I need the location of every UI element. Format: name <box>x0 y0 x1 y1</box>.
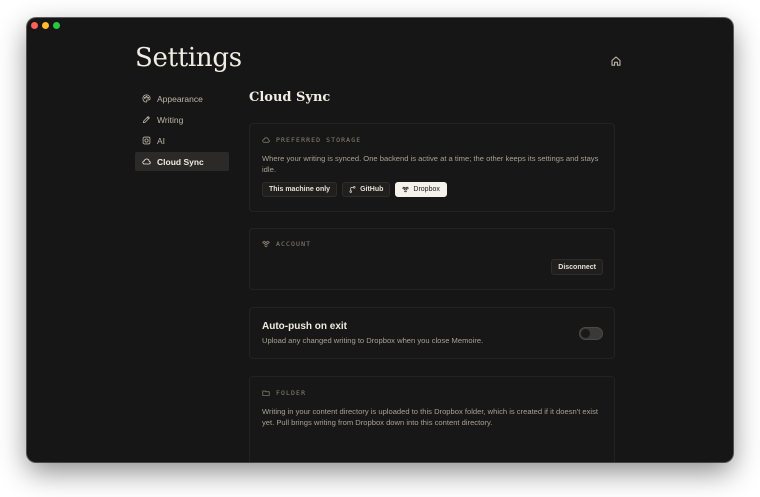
auto-push-description: Upload any changed writing to Dropbox wh… <box>262 336 484 345</box>
page-title: Settings <box>135 43 242 73</box>
backend-option-label: GitHub <box>360 186 384 193</box>
home-button[interactable] <box>610 54 622 66</box>
toggle-knob <box>581 329 590 338</box>
sidebar-item-label: AI <box>157 135 166 146</box>
backend-option-label: Dropbox <box>413 186 440 193</box>
maximize-window-button[interactable] <box>53 22 60 29</box>
card-label: FOLDER <box>262 389 602 397</box>
folder-icon <box>262 390 270 396</box>
ai-square-icon <box>142 136 151 145</box>
dropbox-icon <box>402 186 410 193</box>
dropbox-icon <box>262 240 270 248</box>
preferred-storage-description: Where your writing is synced. One backen… <box>262 154 599 174</box>
auto-push-title: Auto-push on exit <box>262 321 347 332</box>
window-controls <box>31 22 60 29</box>
account-label: ACCOUNT <box>276 240 312 248</box>
preferred-storage-card: PREFERRED STORAGE Where your writing is … <box>249 123 615 212</box>
disconnect-button[interactable]: Disconnect <box>551 259 603 275</box>
minimize-window-button[interactable] <box>42 22 49 29</box>
sidebar-item-label: Appearance <box>157 93 203 104</box>
folder-label: FOLDER <box>276 389 307 397</box>
account-card: ACCOUNT Disconnect <box>249 228 615 290</box>
card-label: PREFERRED STORAGE <box>262 136 602 144</box>
sidebar-item-label: Writing <box>157 114 184 125</box>
close-window-button[interactable] <box>31 22 38 29</box>
sidebar-item-label: Cloud Sync <box>157 156 204 167</box>
app-window: Settings Appearance Writing AI Cloud Syn… <box>27 18 733 462</box>
folder-description: Writing in your content directory is upl… <box>262 407 599 427</box>
settings-sidebar: Appearance Writing AI Cloud Sync <box>135 89 229 173</box>
sidebar-item-ai[interactable]: AI <box>135 131 229 150</box>
home-icon <box>611 56 621 66</box>
pen-icon <box>142 116 150 124</box>
backend-option-label: This machine only <box>269 186 331 193</box>
sidebar-item-appearance[interactable]: Appearance <box>135 89 229 108</box>
auto-push-toggle[interactable] <box>579 327 603 340</box>
backend-selector: This machine only GitHub Dropbox <box>262 182 602 197</box>
backend-option-github[interactable]: GitHub <box>342 182 391 197</box>
section-title: Cloud Sync <box>249 90 331 105</box>
preferred-storage-label: PREFERRED STORAGE <box>276 136 362 144</box>
backend-option-dropbox[interactable]: Dropbox <box>395 182 447 197</box>
card-label: ACCOUNT <box>262 240 602 248</box>
cloud-icon <box>142 158 151 165</box>
git-branch-icon <box>349 186 356 193</box>
backend-option-local[interactable]: This machine only <box>262 182 338 197</box>
sidebar-item-cloud-sync[interactable]: Cloud Sync <box>135 152 229 171</box>
sidebar-item-writing[interactable]: Writing <box>135 110 229 129</box>
cloud-icon <box>262 137 270 143</box>
auto-push-card: Auto-push on exit Upload any changed wri… <box>249 307 615 359</box>
palette-icon <box>142 94 151 103</box>
folder-card: FOLDER Writing in your content directory… <box>249 376 615 462</box>
